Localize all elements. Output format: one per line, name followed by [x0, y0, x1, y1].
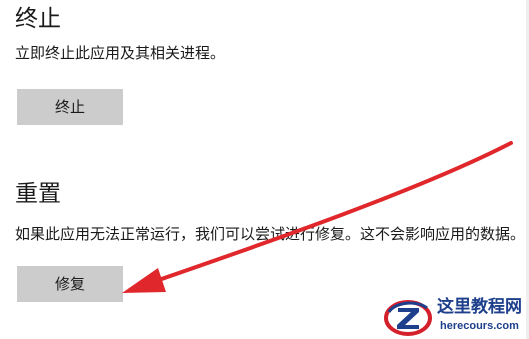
watermark-url: herecours.com: [440, 320, 519, 332]
reset-description: 如果此应用无法正常运行，我们可以尝试进行修复。这不会影响应用的数据。: [15, 225, 526, 243]
reset-title: 重置: [15, 181, 61, 207]
arrow-head: [122, 268, 166, 293]
terminate-description: 立即终止此应用及其相关进程。: [15, 44, 226, 62]
watermark-site-name: 这里教程网: [437, 297, 522, 317]
repair-button[interactable]: 修复: [17, 266, 123, 302]
watermark: 这里教程网 herecours.com: [383, 296, 527, 338]
z-logo-icon: [384, 300, 432, 336]
arrow-shaft: [148, 141, 513, 285]
terminate-button[interactable]: 终止: [17, 89, 123, 125]
terminate-title: 终止: [15, 6, 61, 32]
